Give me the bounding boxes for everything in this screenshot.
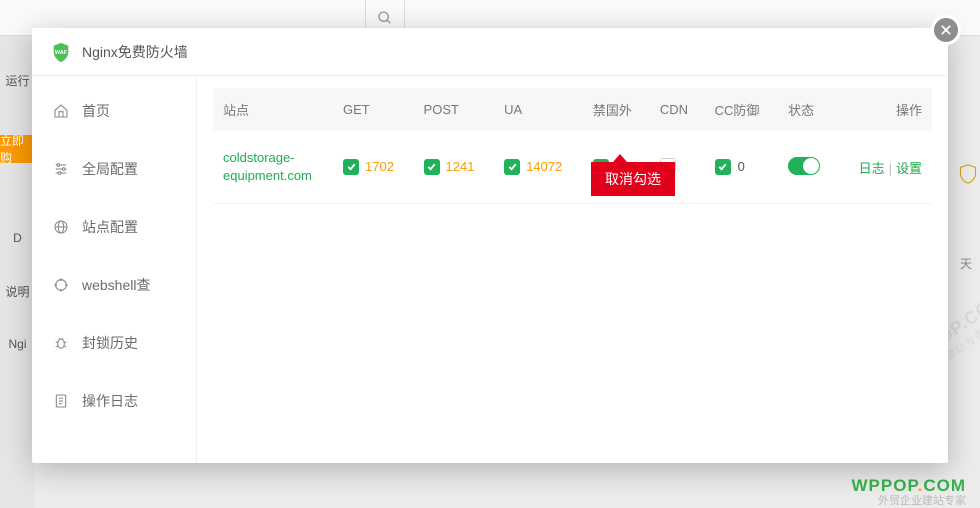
sidebar-item-home[interactable]: 首页 — [32, 82, 196, 140]
sliders-icon — [52, 160, 70, 178]
col-cc: CC防御 — [705, 88, 779, 131]
sidebar-item-oplog[interactable]: 操作日志 — [32, 372, 196, 430]
col-cdn: CDN — [650, 88, 705, 131]
modal-header: WAF Nginx免费防火墙 — [32, 28, 948, 76]
check-icon — [343, 159, 359, 175]
cc-cell[interactable]: 0 — [715, 159, 745, 175]
shield-icon: WAF — [50, 41, 72, 63]
col-ops: 操作 — [837, 88, 932, 131]
sidebar-item-label: 首页 — [82, 101, 110, 121]
separator: | — [889, 161, 892, 176]
sidebar-item-webshell[interactable]: webshell查 — [32, 256, 196, 314]
ops-set-link[interactable]: 设置 — [896, 161, 922, 176]
brand-tag: 外贸企业建站专家 — [878, 492, 966, 508]
col-get: GET — [333, 88, 414, 131]
check-icon — [504, 159, 520, 175]
status-toggle[interactable] — [788, 157, 820, 175]
log-icon — [52, 392, 70, 410]
sidebar-item-global[interactable]: 全局配置 — [32, 140, 196, 198]
col-site: 站点 — [213, 88, 333, 131]
ops-log-link[interactable]: 日志 — [859, 161, 885, 176]
post-cell[interactable]: 1241 — [424, 159, 475, 175]
sidebar-item-label: 站点配置 — [82, 217, 138, 237]
col-post: POST — [414, 88, 495, 131]
bg-side-label: 说明 — [0, 267, 35, 315]
table-row: coldstorage-equipment.com 1702 1241 1407… — [213, 131, 932, 204]
get-cell[interactable]: 1702 — [343, 159, 394, 175]
firewall-modal: WAF Nginx免费防火墙 首页 全局配置 站点配置 webshell查 — [32, 28, 948, 463]
col-ua: UA — [494, 88, 583, 131]
sidebar-item-site[interactable]: 站点配置 — [32, 198, 196, 256]
globe-icon — [52, 218, 70, 236]
ua-cell[interactable]: 14072 — [504, 159, 562, 175]
col-status: 状态 — [778, 88, 837, 131]
sidebar-item-label: 全局配置 — [82, 159, 138, 179]
sidebar-item-label: 封锁历史 — [82, 333, 138, 353]
close-button[interactable] — [931, 15, 961, 45]
bg-side-label: D — [0, 214, 35, 262]
site-link[interactable]: coldstorage-equipment.com — [223, 150, 312, 183]
check-icon — [424, 159, 440, 175]
col-foreign: 禁国外 — [583, 88, 650, 131]
bg-right-note: 天 — [960, 255, 972, 272]
modal-title: Nginx免费防火墙 — [82, 42, 188, 62]
sidebar-item-label: webshell查 — [82, 275, 150, 295]
home-icon — [52, 102, 70, 120]
table-header-row: 站点 GET POST UA 禁国外 CDN CC防御 状态 操作 — [213, 88, 932, 131]
svg-text:WAF: WAF — [55, 49, 68, 55]
check-icon — [715, 159, 731, 175]
bg-side-strip: 运行 D 说明 Ngi — [0, 36, 35, 508]
sidebar: 首页 全局配置 站点配置 webshell查 封锁历史 操作日志 — [32, 76, 197, 463]
content-area: 站点 GET POST UA 禁国外 CDN CC防御 状态 操作 coldst… — [197, 76, 948, 463]
sidebar-item-label: 操作日志 — [82, 391, 138, 411]
bg-side-label: 运行 — [0, 56, 35, 104]
sidebar-item-blocklog[interactable]: 封锁历史 — [32, 314, 196, 372]
site-table: 站点 GET POST UA 禁国外 CDN CC防御 状态 操作 coldst… — [213, 88, 932, 204]
callout-tooltip: 取消勾选 — [591, 162, 675, 196]
buy-button[interactable]: 立即购 — [0, 135, 35, 163]
ssl-icon — [955, 160, 980, 188]
bg-side-label: Ngi — [0, 320, 35, 368]
target-icon — [52, 276, 70, 294]
bug-icon — [52, 334, 70, 352]
